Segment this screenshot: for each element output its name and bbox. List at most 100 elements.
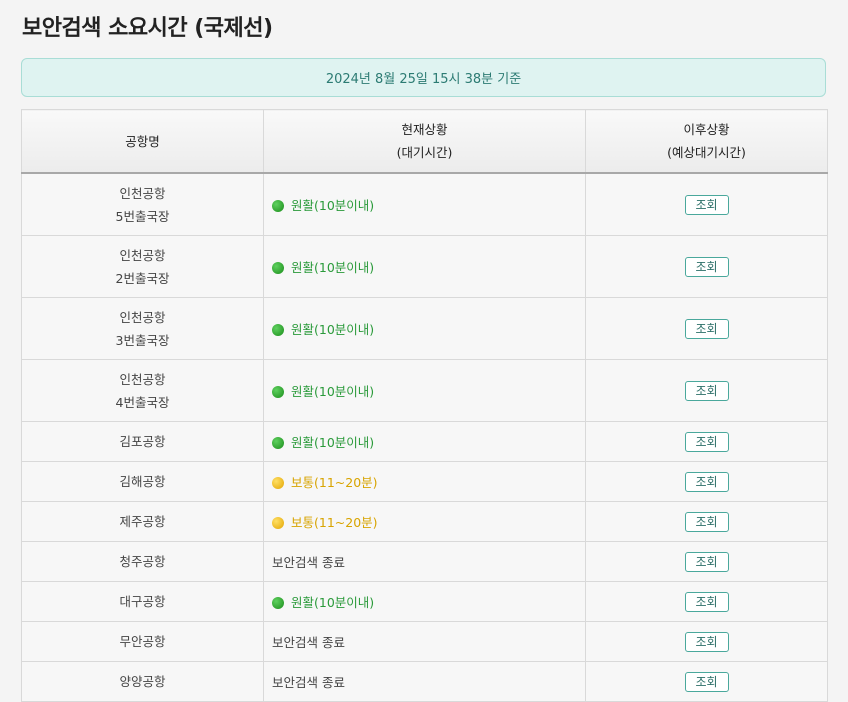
status-cell: 보통(11~20분) — [263, 461, 586, 502]
header-current-sublabel: (대기시간) — [396, 145, 453, 160]
status-text: 보안검색 종료 — [272, 675, 345, 690]
status-text: 원활(10분이내) — [291, 198, 375, 213]
airport-name: 인천공항 — [119, 247, 166, 263]
lookup-button[interactable]: 조회 — [684, 318, 729, 339]
airport-name: 청주공항 — [119, 554, 166, 569]
status-cell: 보통(11~20분) — [263, 501, 586, 542]
airport-name: 인천공항 — [119, 185, 166, 201]
header-future-status: 이후상황 (예상대기시간) — [585, 109, 828, 174]
status-cell: 원활(10분이내) — [263, 235, 586, 298]
table-row: 청주공항 보안검색 종료 조회 — [21, 541, 828, 582]
header-airport: 공항명 — [21, 109, 264, 174]
action-cell: 조회 — [585, 421, 828, 462]
airport-cell: 인천공항 5번출국장 — [21, 172, 264, 236]
airport-cell: 청주공항 — [21, 541, 264, 582]
lookup-button[interactable]: 조회 — [684, 591, 729, 612]
green-status-icon — [272, 597, 284, 609]
status-text: 원활(10분이내) — [291, 595, 375, 610]
header-current-label: 현재상황 — [401, 122, 448, 137]
status-text: 보통(11~20분) — [291, 515, 378, 530]
table-header-row: 공항명 현재상황 (대기시간) 이후상황 (예상대기시간) — [21, 109, 828, 174]
action-cell: 조회 — [585, 621, 828, 662]
status-cell: 보안검색 종료 — [263, 541, 586, 582]
green-status-icon — [272, 386, 284, 398]
table-row: 양양공항 보안검색 종료 조회 — [21, 661, 828, 702]
header-airport-label: 공항명 — [125, 133, 160, 149]
action-cell: 조회 — [585, 501, 828, 542]
lookup-button[interactable]: 조회 — [684, 551, 729, 572]
table-row: 인천공항 4번출국장 원활(10분이내) 조회 — [21, 359, 828, 422]
action-cell: 조회 — [585, 461, 828, 502]
action-cell: 조회 — [585, 235, 828, 298]
airport-name: 김포공항 — [119, 434, 166, 449]
lookup-button[interactable]: 조회 — [684, 631, 729, 652]
status-cell: 원활(10분이내) — [263, 297, 586, 360]
airport-cell: 김해공항 — [21, 461, 264, 502]
airport-cell: 인천공항 2번출국장 — [21, 235, 264, 298]
header-future-sublabel: (예상대기시간) — [667, 145, 746, 160]
table-row: 제주공항 보통(11~20분) 조회 — [21, 501, 828, 542]
green-status-icon — [272, 262, 284, 274]
yellow-status-icon — [272, 477, 284, 489]
airport-cell: 인천공항 3번출국장 — [21, 297, 264, 360]
status-cell: 원활(10분이내) — [263, 359, 586, 422]
status-text: 원활(10분이내) — [291, 435, 375, 450]
table-row: 대구공항 원활(10분이내) 조회 — [21, 581, 828, 622]
airport-cell: 대구공항 — [21, 581, 264, 622]
security-wait-table: 공항명 현재상황 (대기시간) 이후상황 (예상대기시간) 인천공항 5번출국장 원… — [21, 109, 828, 702]
airport-cell: 무안공항 — [21, 621, 264, 662]
lookup-button[interactable]: 조회 — [684, 256, 729, 277]
status-cell: 원활(10분이내) — [263, 172, 586, 236]
terminal-name: 2번출국장 — [115, 270, 170, 286]
airport-name: 대구공항 — [119, 594, 166, 609]
lookup-button[interactable]: 조회 — [684, 380, 729, 401]
timestamp-notice: 2024년 8월 25일 15시 38분 기준 — [21, 58, 826, 97]
status-text: 보안검색 종료 — [272, 635, 345, 650]
airport-cell: 제주공항 — [21, 501, 264, 542]
airport-name: 무안공항 — [119, 634, 166, 649]
airport-name: 제주공항 — [119, 514, 166, 529]
status-cell: 원활(10분이내) — [263, 421, 586, 462]
lookup-button[interactable]: 조회 — [684, 511, 729, 532]
airport-name: 인천공항 — [119, 371, 166, 387]
status-cell: 보안검색 종료 — [263, 661, 586, 702]
timestamp-text: 2024년 8월 25일 15시 38분 기준 — [325, 72, 522, 87]
lookup-button[interactable]: 조회 — [684, 471, 729, 492]
action-cell: 조회 — [585, 359, 828, 422]
header-current-status: 현재상황 (대기시간) — [263, 109, 586, 174]
action-cell: 조회 — [585, 297, 828, 360]
status-cell: 보안검색 종료 — [263, 621, 586, 662]
table-row: 인천공항 2번출국장 원활(10분이내) 조회 — [21, 235, 828, 298]
airport-name: 김해공항 — [119, 474, 166, 489]
status-cell: 원활(10분이내) — [263, 581, 586, 622]
header-future-label: 이후상황 — [683, 122, 730, 137]
lookup-button[interactable]: 조회 — [684, 431, 729, 452]
green-status-icon — [272, 324, 284, 336]
table-row: 김해공항 보통(11~20분) 조회 — [21, 461, 828, 502]
table-row: 김포공항 원활(10분이내) 조회 — [21, 421, 828, 462]
status-text: 원활(10분이내) — [291, 322, 375, 337]
action-cell: 조회 — [585, 172, 828, 236]
status-text: 원활(10분이내) — [291, 384, 375, 399]
status-text: 원활(10분이내) — [291, 260, 375, 275]
status-text: 보안검색 종료 — [272, 555, 345, 570]
table-row: 인천공항 3번출국장 원활(10분이내) 조회 — [21, 297, 828, 360]
green-status-icon — [272, 437, 284, 449]
airport-name: 양양공항 — [119, 674, 166, 689]
action-cell: 조회 — [585, 661, 828, 702]
action-cell: 조회 — [585, 581, 828, 622]
action-cell: 조회 — [585, 541, 828, 582]
terminal-name: 4번출국장 — [115, 394, 170, 410]
table-row: 무안공항 보안검색 종료 조회 — [21, 621, 828, 662]
page-title: 보안검색 소요시간 (국제선) — [22, 16, 273, 41]
terminal-name: 5번출국장 — [115, 208, 170, 224]
table-row: 인천공항 5번출국장 원활(10분이내) 조회 — [21, 172, 828, 236]
airport-cell: 양양공항 — [21, 661, 264, 702]
status-text: 보통(11~20분) — [291, 475, 378, 490]
green-status-icon — [272, 200, 284, 212]
airport-cell: 인천공항 4번출국장 — [21, 359, 264, 422]
terminal-name: 3번출국장 — [115, 332, 170, 348]
lookup-button[interactable]: 조회 — [684, 194, 729, 215]
airport-name: 인천공항 — [119, 309, 166, 325]
lookup-button[interactable]: 조회 — [684, 671, 729, 692]
